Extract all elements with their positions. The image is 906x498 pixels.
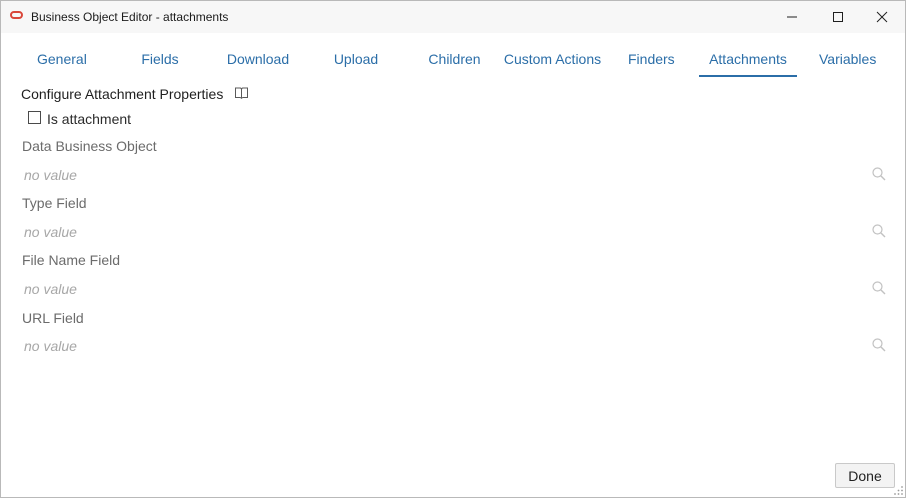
data-business-object-input[interactable]: no value [24, 167, 864, 187]
resize-grip-icon[interactable] [892, 484, 904, 496]
search-icon[interactable] [871, 166, 887, 182]
tab-children[interactable]: Children [428, 49, 481, 75]
search-icon[interactable] [871, 280, 887, 296]
tab-finders[interactable]: Finders [628, 49, 675, 75]
is-attachment-checkbox[interactable] [28, 111, 41, 124]
book-icon[interactable] [234, 86, 249, 100]
url-field-input[interactable]: no value [24, 338, 864, 358]
dialog-window: Business Object Editor - attachments Gen… [0, 0, 906, 498]
tab-upload[interactable]: Upload [333, 49, 379, 75]
is-attachment-label: Is attachment [47, 111, 132, 127]
tab-custom-actions[interactable]: Custom Actions [503, 49, 602, 75]
tab-attachments[interactable]: Attachments [699, 49, 797, 77]
close-icon [876, 11, 888, 23]
tab-general[interactable]: General [37, 49, 87, 75]
minimize-button[interactable] [769, 1, 815, 33]
tab-bar: General Fields Download Upload Children … [1, 49, 905, 79]
app-logo-icon [10, 11, 23, 19]
search-icon[interactable] [871, 337, 887, 353]
tab-variables[interactable]: Variables [819, 49, 876, 75]
type-field-input[interactable]: no value [24, 224, 864, 244]
file-name-field-label: File Name Field [22, 252, 121, 268]
type-field-label: Type Field [22, 195, 87, 211]
section-title: Configure Attachment Properties [21, 86, 224, 102]
minimize-icon [787, 16, 797, 18]
url-field-label: URL Field [22, 310, 84, 326]
data-business-object-label: Data Business Object [22, 138, 157, 154]
window-title: Business Object Editor - attachments [31, 10, 229, 24]
maximize-button[interactable] [815, 1, 861, 33]
title-bar[interactable]: Business Object Editor - attachments [1, 1, 905, 33]
search-icon[interactable] [871, 223, 887, 239]
tab-fields[interactable]: Fields [141, 49, 179, 75]
done-button[interactable]: Done [835, 463, 895, 488]
maximize-icon [833, 12, 843, 22]
close-button[interactable] [859, 1, 905, 33]
tab-download[interactable]: Download [226, 49, 290, 75]
file-name-field-input[interactable]: no value [24, 281, 864, 301]
